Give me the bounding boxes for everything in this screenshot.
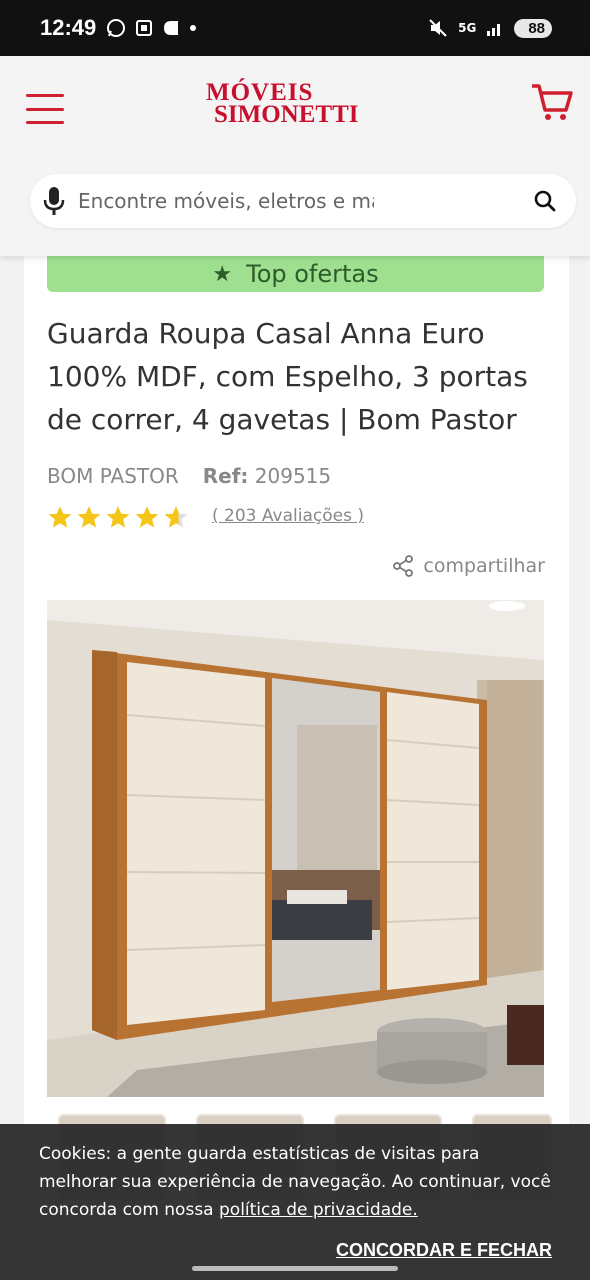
- search-icon[interactable]: [532, 188, 558, 214]
- share-icon: [393, 555, 414, 577]
- app-icon: [164, 21, 179, 35]
- product-meta: BOM PASTOR Ref: 209515: [47, 464, 331, 488]
- share-button[interactable]: compartilhar: [391, 554, 545, 578]
- rating-stars: [47, 504, 189, 530]
- accept-cookies-button[interactable]: CONCORDAR E FECHAR: [336, 1240, 552, 1261]
- star-full-icon: [135, 506, 159, 528]
- mute-icon: [429, 19, 447, 37]
- signal-icon: [487, 24, 501, 36]
- notification-dot: [190, 25, 197, 31]
- site-logo[interactable]: MÓVEIS SIMONETTI: [200, 80, 390, 128]
- star-full-icon: [106, 506, 130, 528]
- star-half-icon: [164, 506, 188, 528]
- whatsapp-icon: [107, 19, 126, 37]
- network-label: 5G: [458, 21, 477, 35]
- brand-name[interactable]: BOM PASTOR: [47, 464, 179, 488]
- ref-label: Ref:: [202, 464, 249, 488]
- notification-icons: [106, 18, 180, 38]
- menu-icon-bar: [26, 121, 64, 124]
- ref-value: 209515: [254, 464, 332, 488]
- star-icon: ★: [212, 261, 233, 287]
- logo-line-2: SIMONETTI: [214, 101, 359, 128]
- privacy-policy-link[interactable]: política de privacidade.: [219, 1200, 418, 1220]
- star-full-icon: [48, 506, 72, 528]
- reviews-link[interactable]: ( 203 Avaliações ): [212, 506, 364, 526]
- status-bar: 12:49 5G 88: [0, 0, 590, 56]
- wardrobe-illustration: [47, 600, 544, 1097]
- battery-indicator: 88: [514, 18, 552, 38]
- cookie-text: Cookies: a gente guarda estatísticas de …: [39, 1140, 554, 1224]
- microphone-icon[interactable]: [42, 186, 66, 216]
- menu-button[interactable]: [26, 94, 64, 124]
- home-indicator[interactable]: [192, 1266, 398, 1271]
- star-full-icon: [77, 506, 101, 528]
- search-bar[interactable]: Encontre móveis, eletros e ma: [30, 174, 576, 228]
- search-input[interactable]: Encontre móveis, eletros e ma: [78, 189, 374, 213]
- product-image[interactable]: [47, 600, 544, 1097]
- badge-label: Top ofertas: [246, 260, 379, 288]
- screenshot-icon: [136, 20, 153, 36]
- share-label: compartilhar: [423, 555, 545, 577]
- status-time: 12:49: [40, 15, 97, 40]
- product-ref: Ref: 209515: [203, 464, 331, 488]
- menu-icon-bar: [26, 94, 64, 97]
- cart-icon[interactable]: [530, 80, 574, 124]
- menu-icon-bar: [26, 107, 64, 111]
- site-header: MÓVEIS SIMONETTI Encontre móveis, eletro…: [0, 56, 590, 256]
- top-offers-badge: ★ Top ofertas: [47, 256, 544, 292]
- cookie-banner: Cookies: a gente guarda estatísticas de …: [0, 1124, 590, 1280]
- product-title: Guarda Roupa Casal Anna Euro 100% MDF, c…: [47, 317, 528, 436]
- system-icons: 5G 88: [428, 18, 552, 38]
